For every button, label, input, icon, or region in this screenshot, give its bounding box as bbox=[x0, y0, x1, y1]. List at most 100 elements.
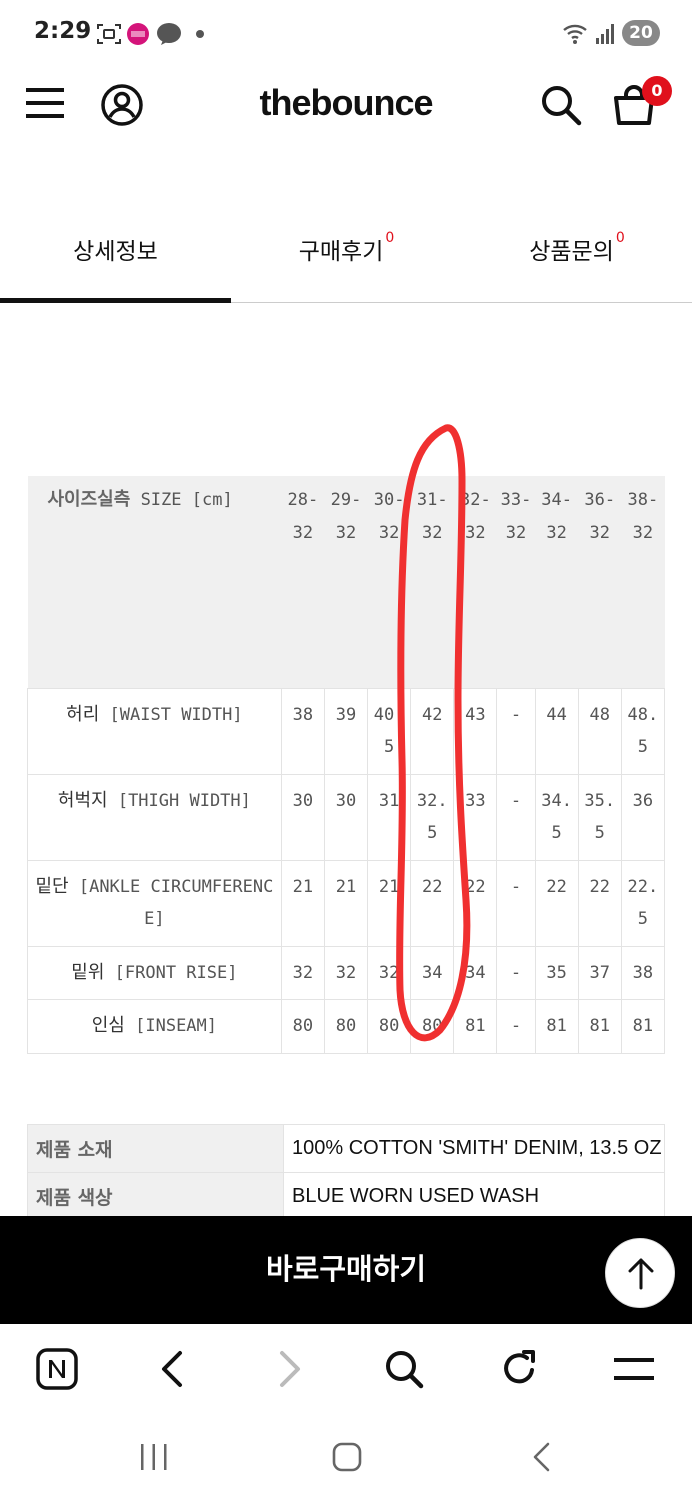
size-cell: 43 bbox=[453, 687, 498, 775]
size-cell: 39 bbox=[323, 687, 369, 775]
size-cell: 40.5 bbox=[367, 687, 412, 775]
size-cell: 32.5 bbox=[410, 773, 455, 861]
size-cell: 30 bbox=[323, 773, 369, 861]
scroll-top-button[interactable] bbox=[605, 1238, 675, 1308]
size-row-inseam: 인심 [INSEAM] 80 80 80 80 81 - 81 81 81 bbox=[27, 999, 666, 1054]
cart-count-badge: 0 bbox=[642, 76, 672, 106]
size-col-header: 29-32 bbox=[324, 476, 368, 688]
tab-label: 상세정보 bbox=[73, 239, 158, 265]
recent-apps-icon[interactable] bbox=[138, 1442, 170, 1472]
size-cell: 30 bbox=[280, 773, 325, 861]
buy-now-button[interactable]: 바로구매하기 bbox=[0, 1246, 692, 1288]
tab-active-indicator bbox=[0, 298, 231, 303]
back-icon[interactable] bbox=[156, 1350, 188, 1388]
search-icon[interactable] bbox=[540, 84, 582, 126]
forward-icon[interactable] bbox=[274, 1350, 306, 1388]
size-cell: 22 bbox=[534, 859, 579, 947]
size-col-header: 33-32 bbox=[496, 476, 536, 688]
size-row-rise: 밑위 [FRONT RISE] 32 32 32 34 34 - 35 37 3… bbox=[27, 945, 666, 1000]
signal-icon bbox=[596, 24, 614, 44]
brand-logo[interactable]: thebounce bbox=[0, 82, 692, 124]
size-cell: 33 bbox=[453, 773, 498, 861]
size-cell: 32 bbox=[280, 945, 325, 1000]
busan-app-icon bbox=[127, 23, 149, 45]
size-cell: 42 bbox=[410, 687, 455, 775]
size-row-label: 인심 [INSEAM] bbox=[27, 999, 282, 1054]
tab-detail-info[interactable]: 상세정보 bbox=[0, 232, 231, 272]
info-row: 제품 색상 BLUE WORN USED WASH bbox=[27, 1172, 665, 1221]
size-cell: 32 bbox=[323, 945, 369, 1000]
tab-label: 상품문의 bbox=[529, 239, 614, 265]
size-col-header: 36-32 bbox=[578, 476, 622, 688]
size-row-label: 허리 [WAIST WIDTH] bbox=[27, 687, 282, 775]
size-col-header: 31-32 bbox=[410, 476, 454, 688]
size-cell: 22.5 bbox=[620, 859, 666, 947]
size-cell: 81 bbox=[577, 999, 622, 1054]
size-cell: 38 bbox=[280, 687, 325, 775]
size-row-thigh: 허벅지 [THIGH WIDTH] 30 30 31 32.5 33 - 34.… bbox=[27, 773, 666, 861]
size-cell: 35 bbox=[534, 945, 579, 1000]
size-cell: - bbox=[496, 945, 536, 1000]
info-label: 제품 소재 bbox=[27, 1124, 284, 1173]
size-cell: 80 bbox=[367, 999, 412, 1054]
size-cell: 35.5 bbox=[577, 773, 622, 861]
size-cell: - bbox=[496, 687, 536, 775]
browser-search-icon[interactable] bbox=[384, 1349, 424, 1389]
system-back-icon[interactable] bbox=[528, 1441, 554, 1473]
size-cell: 48.5 bbox=[620, 687, 666, 775]
size-col-header: 38-32 bbox=[621, 476, 665, 688]
size-cell: 48 bbox=[577, 687, 622, 775]
size-cell: - bbox=[496, 773, 536, 861]
size-cell: 22 bbox=[577, 859, 622, 947]
size-header-label: 사이즈실측 SIZE [cm] bbox=[27, 476, 282, 688]
naver-home-icon[interactable] bbox=[36, 1348, 78, 1390]
size-cell: 37 bbox=[577, 945, 622, 1000]
notification-dot bbox=[196, 30, 204, 38]
size-cell: 21 bbox=[367, 859, 412, 947]
size-col-header: 32-32 bbox=[453, 476, 497, 688]
size-cell: 34 bbox=[410, 945, 455, 1000]
info-value: 100% COTTON 'SMITH' DENIM, 13.5 OZ bbox=[283, 1124, 665, 1173]
status-time: 2:29 bbox=[34, 18, 92, 44]
size-cell: 81 bbox=[620, 999, 666, 1054]
home-icon[interactable] bbox=[331, 1441, 363, 1473]
size-row-label: 허벅지 [THIGH WIDTH] bbox=[27, 773, 282, 861]
size-cell: 34.5 bbox=[534, 773, 579, 861]
screenshot-icon bbox=[97, 24, 121, 44]
size-row-label: 밑단 [ANKLE CIRCUMFERENCE] bbox=[27, 859, 282, 947]
size-cell: 36 bbox=[620, 773, 666, 861]
size-cell: 31 bbox=[367, 773, 412, 861]
size-col-header: 30-32 bbox=[367, 476, 411, 688]
size-cell: 34 bbox=[453, 945, 498, 1000]
tab-questions[interactable]: 상품문의0 bbox=[462, 230, 692, 272]
size-chart-table: 사이즈실측 SIZE [cm] 28-32 29-32 30-32 31-32 … bbox=[27, 476, 666, 1054]
arrow-up-icon bbox=[628, 1258, 654, 1290]
wifi-icon bbox=[563, 24, 587, 44]
size-cell: 38 bbox=[620, 945, 666, 1000]
info-row: 제품 소재 100% COTTON 'SMITH' DENIM, 13.5 OZ bbox=[27, 1124, 665, 1173]
tab-count: 0 bbox=[615, 230, 625, 246]
browser-toolbar bbox=[0, 1324, 692, 1500]
refresh-icon[interactable] bbox=[498, 1348, 540, 1390]
size-col-header: 28-32 bbox=[281, 476, 325, 688]
size-row-ankle: 밑단 [ANKLE CIRCUMFERENCE] 21 21 21 22 22 … bbox=[27, 859, 666, 947]
size-cell: 44 bbox=[534, 687, 579, 775]
info-value: BLUE WORN USED WASH bbox=[283, 1172, 665, 1221]
tab-count: 0 bbox=[385, 230, 395, 246]
size-col-header: 34-32 bbox=[535, 476, 579, 688]
tab-reviews[interactable]: 구매후기0 bbox=[231, 230, 462, 272]
size-cell: 81 bbox=[534, 999, 579, 1054]
more-menu-icon[interactable] bbox=[612, 1356, 656, 1382]
battery-indicator: 20 bbox=[622, 20, 660, 46]
size-cell: 81 bbox=[453, 999, 498, 1054]
size-cell: 80 bbox=[323, 999, 369, 1054]
size-row-waist: 허리 [WAIST WIDTH] 38 39 40.5 42 43 - 44 4… bbox=[27, 687, 666, 775]
product-info-table: 제품 소재 100% COTTON 'SMITH' DENIM, 13.5 OZ… bbox=[27, 1124, 665, 1221]
kakaotalk-icon bbox=[157, 23, 181, 45]
size-cell: - bbox=[496, 999, 536, 1054]
size-cell: 21 bbox=[323, 859, 369, 947]
info-label: 제품 색상 bbox=[27, 1172, 284, 1221]
size-cell: 80 bbox=[280, 999, 325, 1054]
size-cell: 32 bbox=[367, 945, 412, 1000]
size-cell: 22 bbox=[453, 859, 498, 947]
